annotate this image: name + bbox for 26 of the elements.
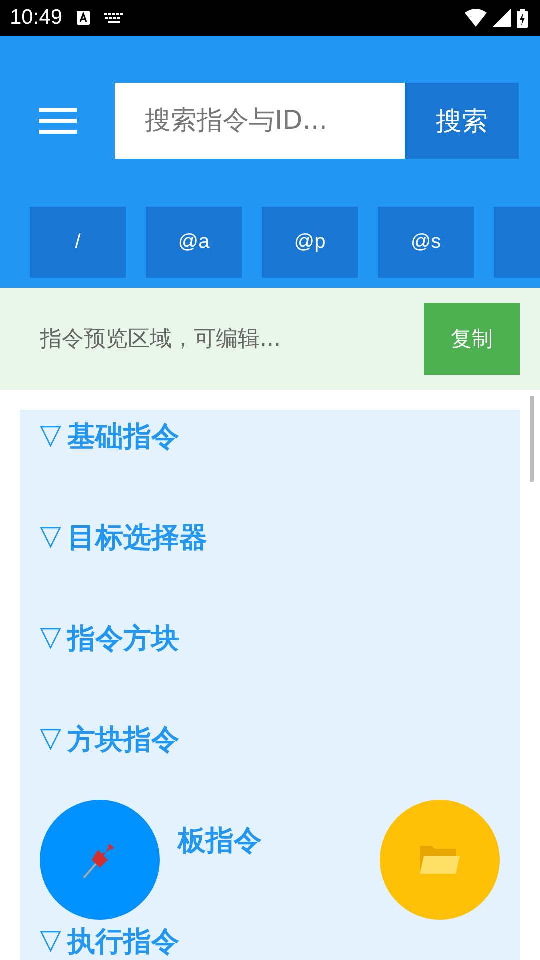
collapse-marker[interactable]: ▽ [40,721,62,754]
search-field[interactable]: 搜索指令与ID... [115,83,405,159]
battery-icon [517,8,528,28]
category-header[interactable]: 基础指令 [68,418,180,456]
collapse-marker[interactable]: ▽ [40,923,62,956]
category-header[interactable]: 方块指令 [68,721,180,759]
selector-chip[interactable]: / [30,207,126,278]
selector-chip[interactable]: @a [146,207,242,278]
clock-time: 10:49 [10,6,63,30]
collapse-marker[interactable]: ▽ [40,418,62,451]
collapse-marker[interactable]: ▽ [40,519,62,552]
search-button[interactable]: 搜索 [405,83,519,159]
category-header[interactable]: 指令方块 [68,620,180,658]
category-header[interactable]: 目标选择器 [68,519,208,557]
keyboard-icon [104,13,124,23]
wifi-icon [465,9,487,27]
category-header[interactable]: 板指令 [178,822,262,860]
signal-icon [493,9,511,27]
category-header[interactable]: 执行指令 [68,923,180,960]
command-preview-field[interactable]: 指令预览区域，可编辑... [38,326,424,352]
copy-button[interactable]: 复制 [424,303,520,375]
selector-chip[interactable]: @s [378,207,474,278]
text-input-icon [76,11,90,25]
selector-chip[interactable]: @p [262,207,358,278]
menu-icon[interactable] [39,108,77,134]
collapse-marker[interactable]: ▽ [40,620,62,653]
